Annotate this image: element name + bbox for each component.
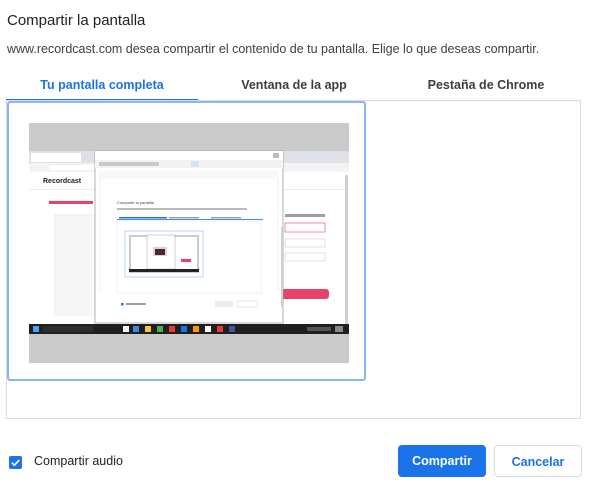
share-button[interactable]: Compartir [398,445,486,477]
share-audio-label: Compartir audio [34,454,123,468]
dialog-title: Compartir la pantalla [7,12,146,29]
dialog-footer: Compartir audio Compartir Cancelar [0,430,592,489]
share-audio-checkbox[interactable] [9,456,22,469]
source-tabs: Tu pantalla completa Ventana de la app P… [6,70,582,101]
screen-preview-image: Recordcast Compartir la pantalla [29,150,349,334]
screen-thumbnail[interactable]: Recordcast Compartir la pantalla [7,101,366,381]
tab-app-window[interactable]: Ventana de la app [198,70,390,101]
preview-inner-title: Compartir la pantalla [117,200,155,205]
preview-logo: Recordcast [43,178,82,185]
screen-preview: Recordcast Compartir la pantalla [29,123,349,363]
cancel-button[interactable]: Cancelar [494,445,582,477]
dialog-description: www.recordcast.com desea compartir el co… [7,42,540,56]
tab-entire-screen[interactable]: Tu pantalla completa [6,70,198,101]
checkmark-icon [11,459,20,467]
tab-chrome-tab[interactable]: Pestaña de Chrome [390,70,582,101]
